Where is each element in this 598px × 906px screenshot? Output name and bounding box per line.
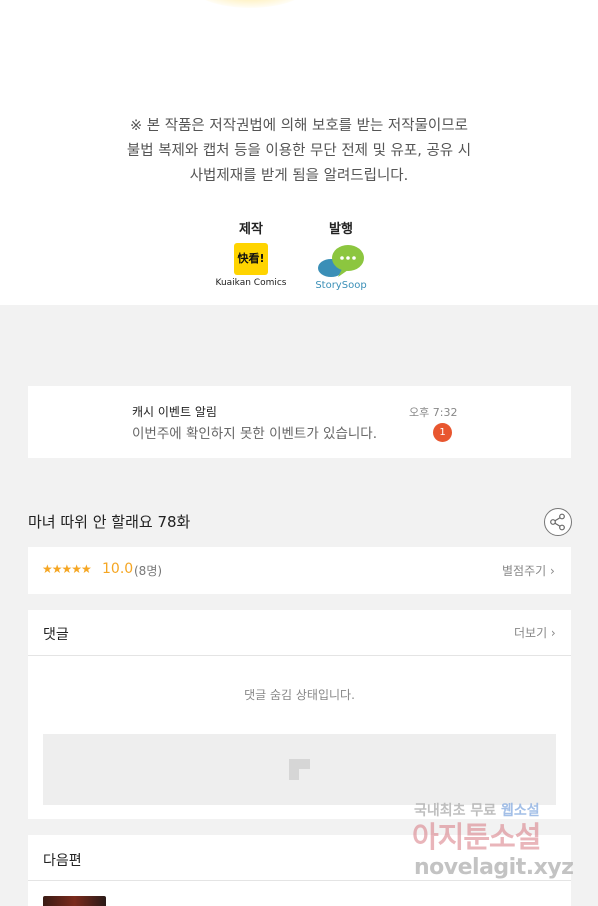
copyright-line: 불법 복제와 캡처 등을 이용한 무단 전제 및 유포, 공유 시 [126, 143, 472, 159]
rating-count: (8명) [134, 564, 163, 578]
image-placeholder-icon [289, 759, 310, 780]
comments-header: 댓글 [43, 627, 69, 643]
production-label: 제작 [239, 222, 263, 237]
watermark: 국내최초 무료 웹소설 아지툰소설 novelagit.xyz [410, 800, 580, 890]
kuaikan-name: Kuaikan Comics [215, 278, 287, 288]
publisher-label: 발행 [329, 222, 353, 237]
next-episode-header: 다음편 [43, 853, 82, 869]
next-episode-thumbnail[interactable] [43, 896, 106, 906]
comments-more-link[interactable]: 더보기 › [514, 624, 556, 641]
production-credit: 제작 快看! Kuaikan Comics [212, 218, 290, 288]
copyright-line: ※ 본 작품은 저작권법에 의해 보호를 받는 저작물이므로 [130, 118, 468, 134]
unread-badge: 1 [433, 423, 452, 442]
storysoop-logo-icon [316, 241, 366, 281]
event-time: 오후 7:32 [409, 406, 458, 419]
rating-stars: ★★★★★ [42, 562, 92, 576]
top-illustration-glow [190, 0, 310, 8]
episode-title: 마녀 따위 안 할래요 78화 [28, 513, 191, 531]
share-button[interactable] [544, 508, 572, 536]
divider [28, 655, 571, 656]
rating-card: ★★★★★ 10.0 (8명) 별점주기 › [28, 547, 571, 594]
event-notification-card[interactable]: 캐시 이벤트 알림 이번주에 확인하지 못한 이벤트가 있습니다. 오후 7:3… [28, 386, 571, 458]
rating-score: 10.0 [102, 561, 134, 577]
copyright-line: 사법제재를 받게 됨을 알려드립니다. [189, 168, 409, 184]
ad-placeholder[interactable] [43, 734, 556, 805]
kuaikan-logo: 快看! [234, 243, 268, 275]
share-icon [550, 513, 565, 531]
rate-button[interactable]: 별점주기 › [502, 562, 555, 579]
storysoop-name: StorySoop [315, 280, 367, 291]
event-title: 캐시 이벤트 알림 [132, 405, 217, 419]
watermark-line2: 아지툰소설 [412, 820, 541, 854]
publisher-credit: 발행 StorySoop [306, 218, 376, 291]
copyright-section: ※ 본 작품은 저작권법에 의해 보호를 받는 저작물이므로 불법 복제와 캡처… [0, 0, 598, 305]
watermark-line3: novelagit.xyz [414, 855, 574, 880]
event-message: 이번주에 확인하지 못한 이벤트가 있습니다. [132, 426, 378, 442]
copyright-notice: ※ 본 작품은 저작권법에 의해 보호를 받는 저작물이므로 불법 복제와 캡처… [0, 114, 598, 189]
comments-hidden-message: 댓글 숨김 상태입니다. [244, 688, 355, 702]
comments-card: 댓글 더보기 › 댓글 숨김 상태입니다. [28, 610, 571, 819]
